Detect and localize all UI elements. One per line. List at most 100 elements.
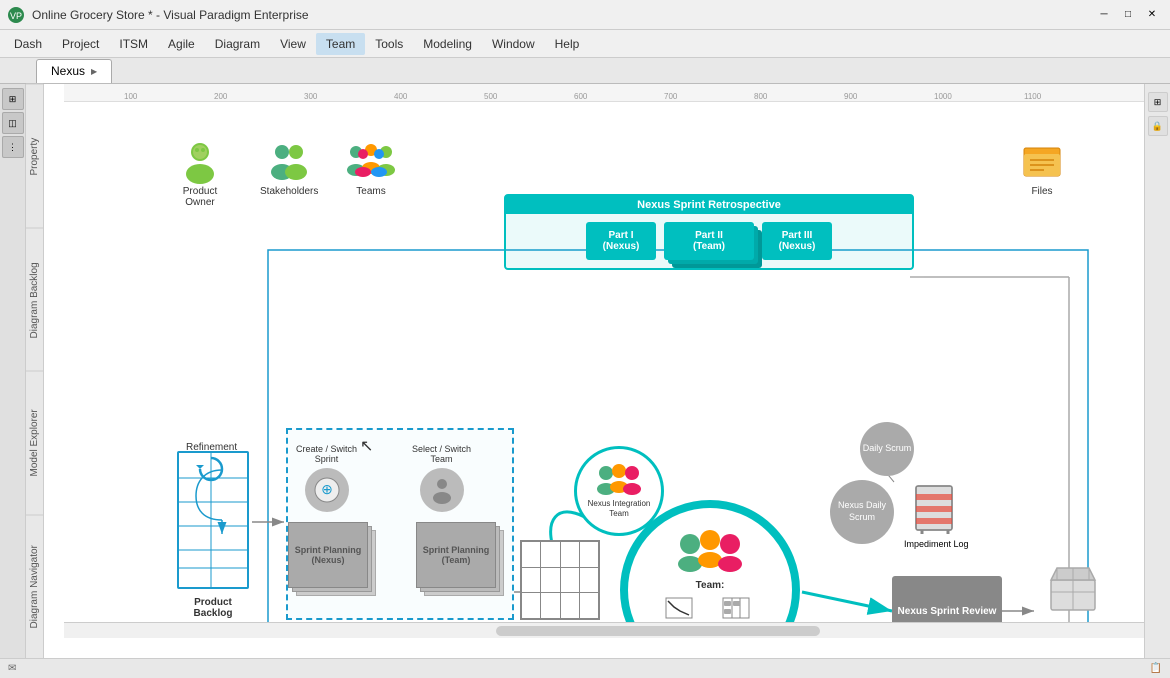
sidebar-btn-2[interactable]: ◫ <box>2 112 24 134</box>
stakeholders-label: Stakeholders <box>260 186 318 197</box>
titlebar: VP Online Grocery Store * - Visual Parad… <box>0 0 1170 30</box>
nexus-daily-scrum-circle[interactable]: Nexus Daily Scrum <box>830 480 894 544</box>
right-sidebar-btn-2[interactable]: 🔒 <box>1148 116 1168 136</box>
nexus-sprint-backlog-container: Nexus Sprint Backlog <box>520 540 613 634</box>
action-icons: 📋 <box>1150 663 1162 674</box>
create-switch-sprint-container: Create / SwitchSprint ⊕ <box>296 444 357 512</box>
menu-help[interactable]: Help <box>545 33 590 55</box>
status-text: ✉ <box>8 663 16 674</box>
impediment-log-label: Impediment Log <box>904 539 969 549</box>
sprint-planning-team-container: Sprint Planning(Team) <box>416 522 504 596</box>
menu-project[interactable]: Project <box>52 33 109 55</box>
panel-model-explorer[interactable]: Model Explorer <box>26 371 43 515</box>
retro-part-3[interactable]: Part III(Nexus) <box>762 222 832 260</box>
product-owner-icon[interactable]: ProductOwner <box>180 142 220 208</box>
team-circle-label: Team: <box>696 580 725 591</box>
window-controls: ─ □ ✕ <box>1094 5 1162 25</box>
backlog-cell <box>522 542 540 567</box>
backlog-cell <box>522 593 540 618</box>
sprint-planning-team-label: Sprint Planning(Team) <box>423 545 490 565</box>
teams-icon[interactable]: Teams <box>346 142 396 197</box>
retro-parts: Part I(Nexus) Part II(Team) Part II(Team… <box>506 214 912 268</box>
canvas-content: ProductOwner Stakeholders <box>64 102 1144 638</box>
tab-nexus[interactable]: Nexus ▶ <box>36 59 112 83</box>
menu-view[interactable]: View <box>270 33 316 55</box>
right-sidebar: ⊞ 🔒 <box>1144 84 1170 658</box>
nexus-sprint-backlog-grid[interactable] <box>520 540 600 620</box>
ruler-horizontal: 100 200 300 400 500 600 700 800 900 1000… <box>64 84 1144 102</box>
daily-scrum-circle[interactable]: Daily Scrum <box>860 422 914 476</box>
ruler-tick-600: 600 <box>574 92 587 101</box>
menu-agile[interactable]: Agile <box>158 33 205 55</box>
sprint-planning-nexus-front[interactable]: Sprint Planning(Nexus) <box>288 522 368 588</box>
backlog-cell <box>580 593 598 618</box>
left-sidebar: ⊞ ◫ ⋮ <box>0 84 26 658</box>
files-label: Files <box>1031 186 1052 197</box>
team-circle-svg <box>675 530 745 580</box>
sprint-planning-team-front[interactable]: Sprint Planning(Team) <box>416 522 496 588</box>
panel-property[interactable]: Property <box>26 84 43 228</box>
tab-nexus-label: Nexus <box>51 64 85 78</box>
select-switch-icon[interactable] <box>420 468 464 512</box>
retrospective-box: Nexus Sprint Retrospective Part I(Nexus)… <box>504 194 914 270</box>
teams-label: Teams <box>356 186 385 197</box>
daily-scrum-label: Daily Scrum <box>863 443 912 455</box>
product-owner-label: ProductOwner <box>183 186 217 208</box>
ruler-tick-400: 400 <box>394 92 407 101</box>
app-title: Online Grocery Store * - Visual Paradigm… <box>32 8 1086 22</box>
backlog-cell <box>522 568 540 593</box>
retro-part-1[interactable]: Part I(Nexus) <box>586 222 656 260</box>
select-switch-team-container: Select / SwitchTeam <box>412 444 471 512</box>
menubar: Dash Project ITSM Agile Diagram View Tea… <box>0 30 1170 58</box>
create-switch-icon[interactable]: ⊕ <box>305 468 349 512</box>
menu-tools[interactable]: Tools <box>365 33 413 55</box>
maximize-button[interactable]: □ <box>1118 5 1138 25</box>
sprint-planning-team-stack: Sprint Planning(Team) <box>416 522 504 596</box>
menu-diagram[interactable]: Diagram <box>205 33 270 55</box>
menu-itsm[interactable]: ITSM <box>109 33 158 55</box>
right-sidebar-btn-1[interactable]: ⊞ <box>1148 92 1168 112</box>
burndown-chart-svg <box>665 597 693 619</box>
stakeholders-svg <box>266 142 312 184</box>
sidebar-btn-1[interactable]: ⊞ <box>2 88 24 110</box>
minimize-button[interactable]: ─ <box>1094 5 1114 25</box>
retro-part-stack: Part II(Team) Part II(Team) Part II(Team… <box>664 222 754 260</box>
tab-arrow: ▶ <box>91 67 97 76</box>
sprint-planning-nexus-label: Sprint Planning(Nexus) <box>295 545 362 565</box>
panel-diagram-backlog[interactable]: Diagram Backlog <box>26 228 43 372</box>
ruler-tick-800: 800 <box>754 92 767 101</box>
menu-window[interactable]: Window <box>482 33 545 55</box>
product-backlog-container: Product Backlog <box>176 450 250 610</box>
ruler-tick-500: 500 <box>484 92 497 101</box>
svg-text:⊕: ⊕ <box>321 481 333 497</box>
menu-dash[interactable]: Dash <box>4 33 52 55</box>
scrollbar-thumb-h[interactable] <box>496 626 820 636</box>
main-layout: ⊞ ◫ ⋮ Property Diagram Backlog Model Exp… <box>0 84 1170 658</box>
sidebar-btn-3[interactable]: ⋮ <box>2 136 24 158</box>
nexus-integration-team-label: Nexus Integration Team <box>577 499 661 520</box>
backlog-cell <box>580 542 598 567</box>
app-icon: VP <box>8 7 24 23</box>
files-svg <box>1020 140 1064 184</box>
nexus-integration-team-svg <box>594 463 644 499</box>
files-icon[interactable]: Files <box>1020 140 1064 197</box>
ruler-tick-1000: 1000 <box>934 92 952 101</box>
stakeholders-icon[interactable]: Stakeholders <box>260 142 318 197</box>
backlog-cell <box>541 593 559 618</box>
product-owner-svg <box>180 142 220 184</box>
select-switch-svg <box>428 476 456 504</box>
scrollbar-horizontal[interactable] <box>64 622 1144 638</box>
retro-part-2-front[interactable]: Part II(Team) <box>664 222 754 260</box>
teams-svg <box>346 142 396 184</box>
menu-modeling[interactable]: Modeling <box>413 33 482 55</box>
ruler-tick-900: 900 <box>844 92 857 101</box>
tabbar: Nexus ▶ <box>0 58 1170 84</box>
impediment-log-container: Impediment Log <box>904 484 969 549</box>
panel-diagram-navigator[interactable]: Diagram Navigator <box>26 515 43 659</box>
menu-team[interactable]: Team <box>316 33 365 55</box>
backlog-cell <box>541 542 559 567</box>
product-backlog-label: Product Backlog <box>176 597 250 619</box>
close-button[interactable]: ✕ <box>1142 5 1162 25</box>
select-switch-label: Select / SwitchTeam <box>412 444 471 464</box>
canvas-area[interactable]: 100 200 300 400 500 600 700 800 900 1000… <box>44 84 1144 658</box>
